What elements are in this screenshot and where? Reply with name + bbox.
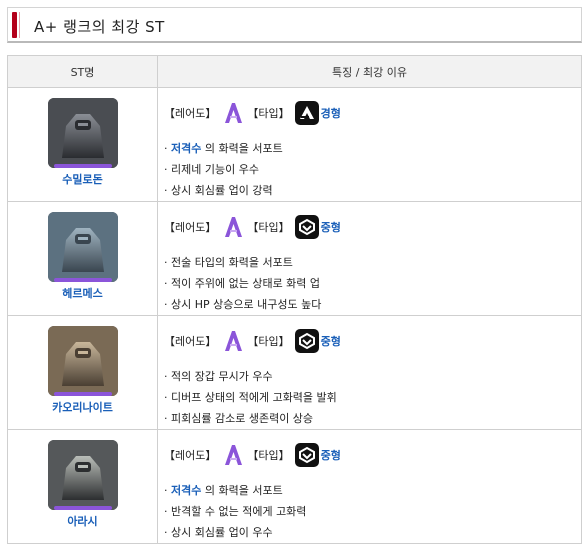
feature-highlight[interactable]: 저격수 [171, 484, 201, 497]
feature-text: 의 화력을 서포트 [201, 142, 283, 155]
table-header-row: ST명 특징 / 최강 이유 [7, 55, 582, 88]
header-st-name: ST명 [7, 55, 158, 88]
st-info-cell: 【레어도】 【타입】 중형 · 적의 장갑 무시가 우수 · 디버프 상태의 적에게 고… [157, 315, 582, 430]
type-name[interactable]: 경형 [321, 105, 341, 121]
bullet: · [164, 412, 171, 425]
type-name[interactable]: 중형 [321, 333, 341, 349]
bullet: · [164, 163, 171, 176]
st-ranking-table: ST명 특징 / 최강 이유 수밀로돈 【레어도】 【타입】 경형 · 저격수 의 화력… [7, 55, 582, 544]
feature-list: · 적의 장갑 무시가 우수 · 디버프 상태의 적에게 고화력을 발휘 · 피회심… [164, 366, 581, 429]
feature-text: 상시 HP 상승으로 내구성도 높다 [171, 298, 322, 311]
feature-list: · 저격수 의 화력을 서포트 · 리제네 기능이 우수 · 상시 회심률 업이 강… [164, 138, 581, 201]
bullet: · [164, 370, 171, 383]
st-name-cell: 수밀로돈 [7, 87, 158, 202]
bullet: · [164, 391, 171, 404]
feature-text: 피회심률 감소로 생존력이 상승 [171, 412, 314, 425]
rarity-type-line: 【레어도】 【타입】 중형 [164, 326, 581, 356]
feature-text: 적이 주위에 없는 상태로 화력 업 [171, 277, 321, 290]
feature-text: 전술 타입의 화력을 서포트 [171, 256, 293, 269]
rank-a-icon [225, 217, 243, 237]
rank-a-icon [225, 331, 243, 351]
type-label: 【타입】 [247, 335, 290, 348]
feature-item: · 상시 HP 상승으로 내구성도 높다 [164, 294, 581, 315]
feature-list: · 저격수 의 화력을 서포트 · 반격할 수 없는 적에게 고화력 · 상시 회심… [164, 480, 581, 543]
medium-type-icon [294, 215, 319, 239]
title-accent-bar [12, 12, 17, 38]
light-type-icon [294, 101, 319, 125]
rarity-label: 【레어도】 [164, 335, 217, 348]
table-row: 수밀로돈 【레어도】 【타입】 경형 · 저격수 의 화력을 서포트 · 리제네 기능이 … [7, 87, 582, 202]
bullet: · [164, 298, 171, 311]
table-row: 카오리나이트 【레어도】 【타입】 중형 · 적의 장갑 무시가 우수 · 디버프 상태의… [7, 315, 582, 430]
feature-text: 상시 회심률 업이 강력 [171, 184, 273, 197]
st-portrait[interactable] [47, 212, 118, 282]
bullet: · [164, 184, 171, 197]
rarity-glow [53, 506, 112, 510]
rarity-label: 【레어도】 [164, 449, 217, 462]
feature-item: · 피회심률 감소로 생존력이 상승 [164, 408, 581, 429]
feature-item: · 전술 타입의 화력을 서포트 [164, 252, 581, 273]
feature-item: · 반격할 수 없는 적에게 고화력 [164, 501, 581, 522]
bullet: · [164, 526, 171, 539]
type-name[interactable]: 중형 [321, 219, 341, 235]
bullet: · [164, 142, 171, 155]
rank-a-icon [225, 445, 243, 465]
bullet: · [164, 277, 171, 290]
medium-type-icon [294, 329, 319, 353]
st-portrait[interactable] [47, 440, 118, 510]
type-label: 【타입】 [247, 449, 290, 462]
rank-a-icon [225, 103, 243, 123]
table-row: 헤르메스 【레어도】 【타입】 중형 · 전술 타입의 화력을 서포트 · 적이 주위에 … [7, 201, 582, 316]
feature-item: · 적의 장갑 무시가 우수 [164, 366, 581, 387]
st-portrait[interactable] [47, 98, 118, 168]
feature-list: · 전술 타입의 화력을 서포트 · 적이 주위에 없는 상태로 화력 업 · 상시… [164, 252, 581, 315]
st-name-cell: 헤르메스 [7, 201, 158, 316]
feature-text: 리제네 기능이 우수 [171, 163, 259, 176]
rarity-label: 【레어도】 [164, 221, 217, 234]
medium-type-icon [294, 443, 319, 467]
feature-item: · 디버프 상태의 적에게 고화력을 발휘 [164, 387, 581, 408]
rarity-type-line: 【레어도】 【타입】 경형 [164, 98, 581, 128]
st-name-link[interactable]: 헤르메스 [8, 285, 157, 301]
st-info-cell: 【레어도】 【타입】 중형 · 저격수 의 화력을 서포트 · 반격할 수 없는 적에게… [157, 429, 582, 544]
feature-item: · 저격수 의 화력을 서포트 [164, 480, 581, 501]
bullet: · [164, 505, 171, 518]
page-title: A+ 랭크의 최강 ST [34, 18, 165, 36]
rarity-type-line: 【레어도】 【타입】 중형 [164, 440, 581, 470]
st-portrait[interactable] [47, 326, 118, 396]
feature-text: 상시 회심률 업이 우수 [171, 526, 273, 539]
st-info-cell: 【레어도】 【타입】 경형 · 저격수 의 화력을 서포트 · 리제네 기능이 우수 · … [157, 87, 582, 202]
rarity-glow [53, 278, 112, 282]
feature-text: 의 화력을 서포트 [201, 484, 283, 497]
title-accent-line [19, 12, 20, 38]
feature-item: · 리제네 기능이 우수 [164, 159, 581, 180]
table-row: 아라시 【레어도】 【타입】 중형 · 저격수 의 화력을 서포트 · 반격할 수 없는 … [7, 429, 582, 544]
st-info-cell: 【레어도】 【타입】 중형 · 전술 타입의 화력을 서포트 · 적이 주위에 없는 상… [157, 201, 582, 316]
feature-item: · 상시 회심률 업이 우수 [164, 522, 581, 543]
st-name-link[interactable]: 수밀로돈 [8, 171, 157, 187]
rarity-glow [53, 164, 112, 168]
st-name-cell: 아라시 [7, 429, 158, 544]
feature-highlight[interactable]: 저격수 [171, 142, 201, 155]
rarity-type-line: 【레어도】 【타입】 중형 [164, 212, 581, 242]
type-label: 【타입】 [247, 221, 290, 234]
rarity-glow [53, 392, 112, 396]
type-label: 【타입】 [247, 107, 290, 120]
type-name[interactable]: 중형 [321, 447, 341, 463]
feature-text: 디버프 상태의 적에게 고화력을 발휘 [171, 391, 337, 404]
bullet: · [164, 256, 171, 269]
feature-text: 반격할 수 없는 적에게 고화력 [171, 505, 307, 518]
section-title-bar: A+ 랭크의 최강 ST [7, 7, 582, 43]
feature-item: · 적이 주위에 없는 상태로 화력 업 [164, 273, 581, 294]
st-name-cell: 카오리나이트 [7, 315, 158, 430]
rarity-label: 【레어도】 [164, 107, 217, 120]
header-features: 특징 / 최강 이유 [157, 55, 582, 88]
st-name-link[interactable]: 아라시 [8, 513, 157, 529]
st-name-link[interactable]: 카오리나이트 [8, 399, 157, 415]
bullet: · [164, 484, 171, 497]
feature-item: · 상시 회심률 업이 강력 [164, 180, 581, 201]
feature-text: 적의 장갑 무시가 우수 [171, 370, 273, 383]
feature-item: · 저격수 의 화력을 서포트 [164, 138, 581, 159]
